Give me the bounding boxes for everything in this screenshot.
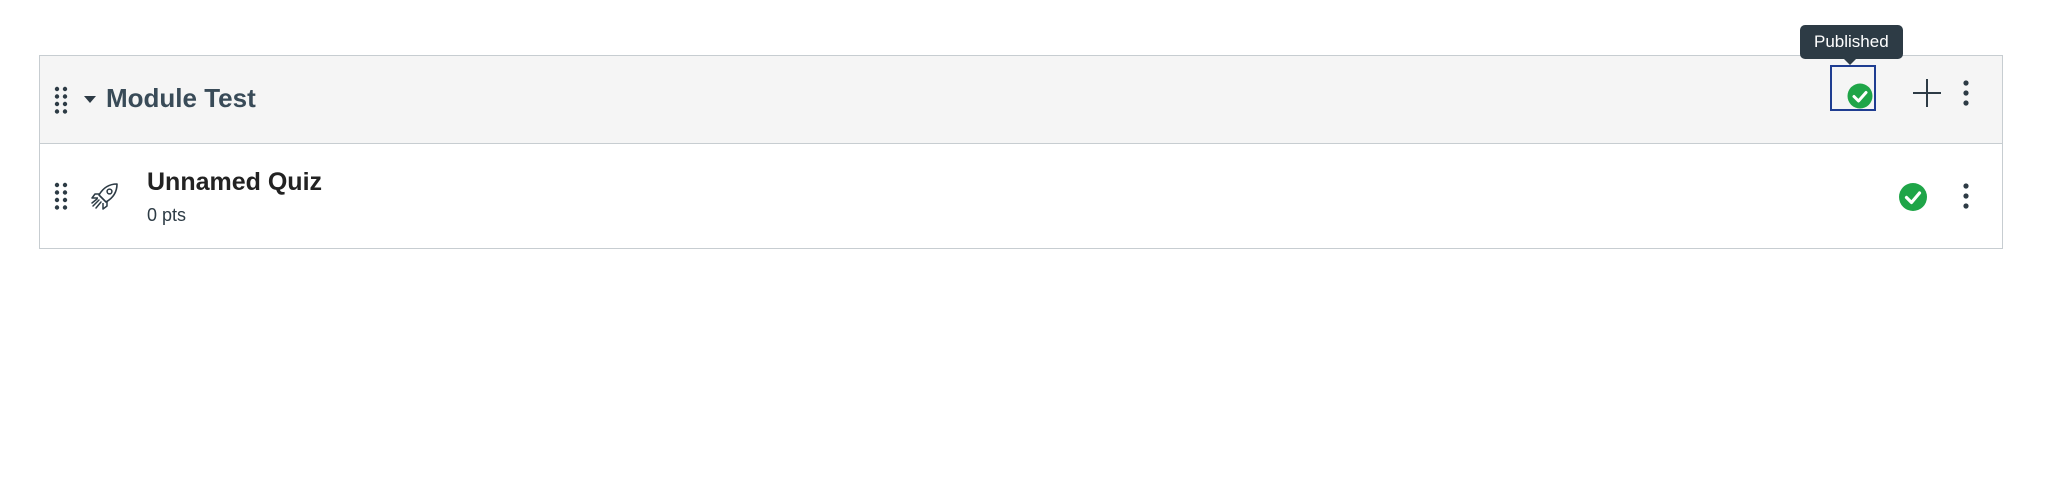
drag-handle-icon[interactable] (54, 86, 68, 114)
add-item-button[interactable] (1910, 76, 1944, 110)
kebab-menu-icon (1961, 183, 1971, 214)
published-tooltip: Published (1800, 25, 1903, 59)
drag-handle-icon[interactable] (54, 182, 68, 210)
item-points: 0 pts (147, 205, 187, 225)
context-module: Module Test Unnamed Quiz 0 pts (39, 55, 2003, 249)
module-options-button[interactable] (1961, 79, 1971, 107)
module-item-row[interactable]: Unnamed Quiz 0 pts (40, 144, 2002, 248)
published-check-icon (1898, 183, 1928, 216)
item-title-link[interactable]: Unnamed Quiz (147, 164, 322, 200)
item-options-button[interactable] (1961, 182, 1971, 210)
plus-icon (1910, 79, 1944, 114)
module-header[interactable]: Module Test (40, 56, 2002, 144)
rocket-icon (90, 181, 120, 211)
tooltip-arrow (1843, 58, 1857, 65)
item-publish-button[interactable] (1898, 182, 1928, 217)
module-publish-button[interactable] (1830, 65, 1876, 111)
kebab-menu-icon (1961, 80, 1971, 111)
module-title: Module Test (106, 83, 256, 113)
caret-down-icon[interactable] (82, 89, 98, 109)
